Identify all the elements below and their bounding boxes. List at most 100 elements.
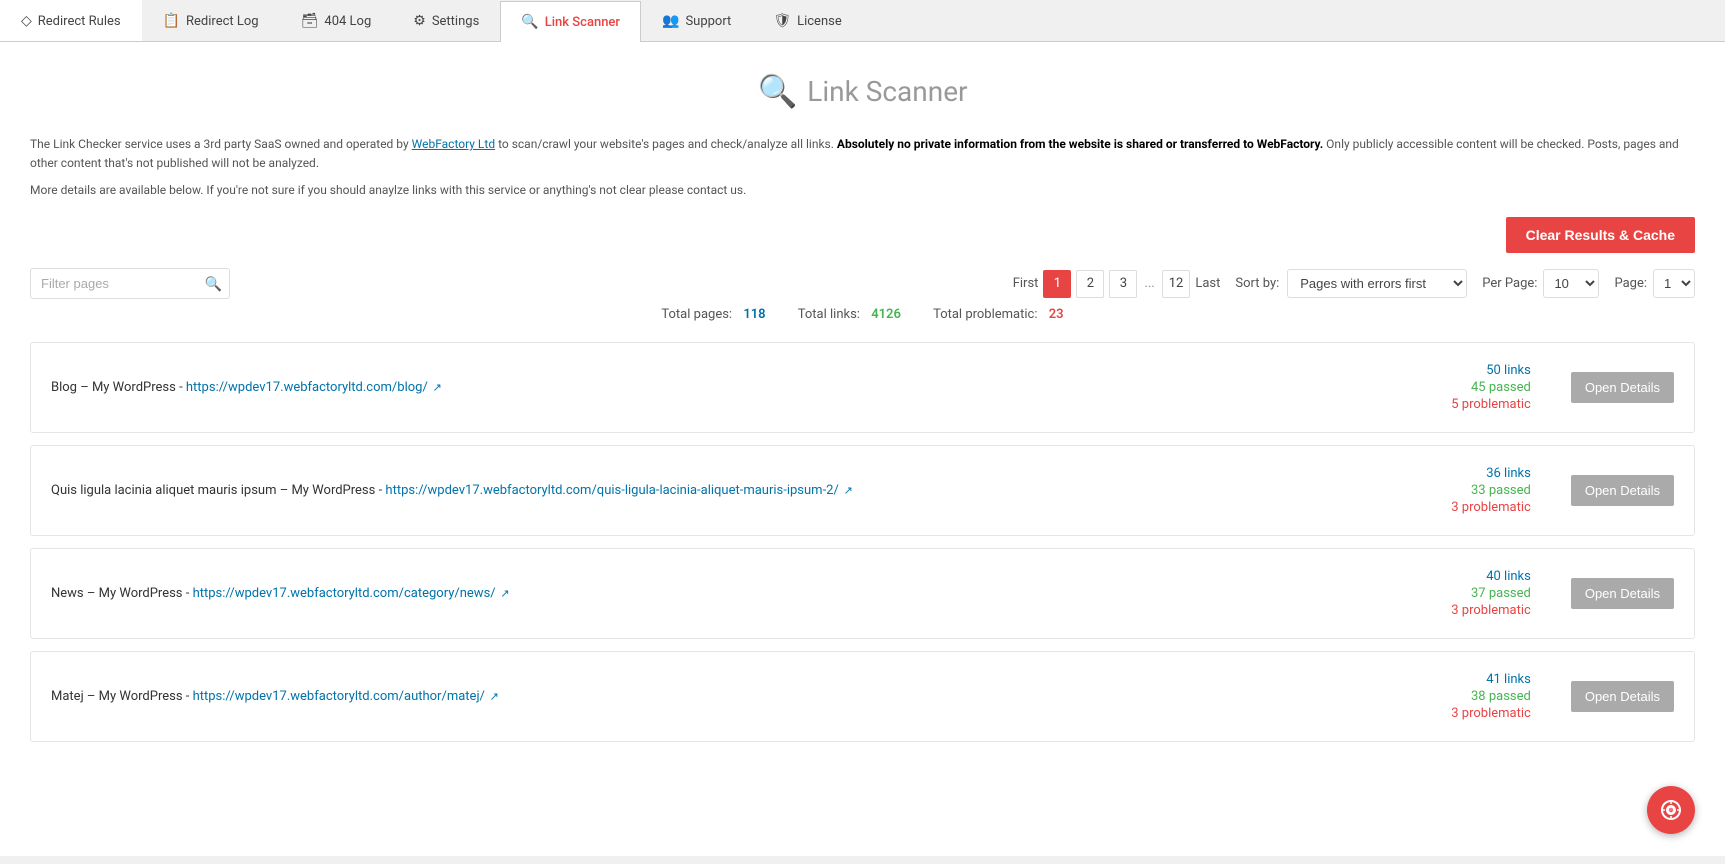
main-content: 🔍 Link Scanner The Link Checker service … (0, 42, 1725, 856)
page-3-btn[interactable]: 3 (1109, 270, 1137, 298)
result-info-3: Matej – My WordPress - https://wpdev17.w… (51, 689, 499, 704)
total-problematic-label: Total problematic: (933, 307, 1037, 322)
result-stats-0: 50 links 45 passed 5 problematic (1381, 363, 1531, 412)
tab-icon-redirect-rules: ◇ (21, 13, 32, 29)
result-url-3[interactable]: https://wpdev17.webfactoryltd.com/author… (193, 689, 485, 704)
result-actions-1: Open Details (1571, 475, 1674, 506)
result-actions-3: Open Details (1571, 681, 1674, 712)
result-passed-1: 33 passed (1471, 483, 1531, 498)
search-icon: 🔍 (757, 72, 797, 110)
open-details-button-2[interactable]: Open Details (1571, 578, 1674, 609)
result-info-1: Quis ligula lacinia aliquet mauris ipsum… (51, 483, 853, 498)
external-link-icon-1: ↗ (841, 484, 853, 497)
page-2-btn[interactable]: 2 (1076, 270, 1104, 298)
total-problematic-value: 23 (1049, 307, 1064, 322)
result-stats-1: 36 links 33 passed 3 problematic (1381, 466, 1531, 515)
sort-wrap: Sort by: Pages with errors firstPages wi… (1235, 269, 1467, 298)
tab-icon-support: 👥 (662, 13, 679, 29)
page-1-btn[interactable]: 1 (1043, 270, 1071, 298)
nav-tabs: ◇ Redirect Rules 📋 Redirect Log 🗃 404 Log ⚙Set… (0, 0, 1725, 42)
result-problematic-2: 3 problematic (1451, 603, 1531, 618)
tab-icon-redirect-log: 📋 (163, 13, 180, 29)
result-actions-2: Open Details (1571, 578, 1674, 609)
tab-label-support: Support (685, 14, 731, 29)
tab-settings[interactable]: ⚙Settings (392, 0, 500, 41)
top-actions: Clear Results & Cache (30, 217, 1695, 253)
total-links-label: Total links: (798, 307, 860, 322)
result-title-1: Quis ligula lacinia aliquet mauris ipsum… (51, 483, 853, 498)
total-pages-label: Total pages: (661, 307, 732, 322)
result-row-0: Blog – My WordPress - https://wpdev17.we… (30, 342, 1695, 433)
page-12-btn[interactable]: 12 (1162, 270, 1191, 298)
page-dots: ... (1142, 276, 1156, 291)
tab-license[interactable]: 🛡License (752, 0, 862, 41)
stats-row: Total pages: 118 Total links: 4126 Total… (30, 307, 1695, 322)
result-links-1: 36 links (1486, 466, 1531, 481)
tab-link-scanner[interactable]: 🔍 Link Scanner (500, 1, 641, 42)
result-problematic-1: 3 problematic (1451, 500, 1531, 515)
webfactory-link[interactable]: WebFactory Ltd (412, 137, 495, 151)
total-links-value: 4126 (871, 307, 901, 322)
last-page-btn[interactable]: Last (1195, 276, 1220, 291)
tab-label-link-scanner: Link Scanner (545, 15, 620, 30)
info-text: The Link Checker service uses a 3rd part… (30, 135, 1695, 173)
external-link-icon-3: ↗ (487, 690, 499, 703)
result-row-1: Quis ligula lacinia aliquet mauris ipsum… (30, 445, 1695, 536)
page-header: 🔍 Link Scanner (30, 72, 1695, 110)
result-links-0: 50 links (1486, 363, 1531, 378)
result-stats-2: 40 links 37 passed 3 problematic (1381, 569, 1531, 618)
results-list: Blog – My WordPress - https://wpdev17.we… (30, 342, 1695, 742)
tab-support[interactable]: 👥 Support (641, 0, 752, 41)
clear-button[interactable]: Clear Results & Cache (1506, 217, 1695, 253)
filter-input[interactable] (30, 268, 230, 299)
filter-pagination-row: 🔍 First 1 2 3 ... 12 Last Sort by: Pages… (30, 268, 1695, 299)
pagenum-label: Page: (1614, 276, 1647, 291)
open-details-button-3[interactable]: Open Details (1571, 681, 1674, 712)
external-link-icon-2: ↗ (498, 587, 510, 600)
tab-icon-settings: ⚙ (413, 13, 426, 29)
search-button[interactable]: 🔍 (205, 275, 222, 292)
result-title-0: Blog – My WordPress - https://wpdev17.we… (51, 380, 442, 395)
tab-label-license: License (797, 14, 842, 29)
total-pages-value: 118 (743, 307, 765, 322)
floating-support-button[interactable] (1647, 786, 1695, 834)
tab-icon-link-scanner: 🔍 (521, 14, 538, 30)
filter-wrap: 🔍 (30, 268, 230, 299)
first-page-btn[interactable]: First (1013, 276, 1039, 291)
result-actions-0: Open Details (1571, 372, 1674, 403)
result-passed-2: 37 passed (1471, 586, 1531, 601)
tab-redirect-log[interactable]: 📋 Redirect Log (142, 0, 280, 41)
result-row-3: Matej – My WordPress - https://wpdev17.w… (30, 651, 1695, 742)
info-text2: More details are available below. If you… (30, 183, 1695, 197)
perpage-label: Per Page: (1482, 276, 1537, 291)
result-right-0: 50 links 45 passed 5 problematic Open De… (1381, 363, 1674, 412)
tab-label-redirect-rules: Redirect Rules (38, 14, 121, 29)
pagenum-select[interactable]: 1 (1653, 269, 1695, 298)
result-problematic-0: 5 problematic (1451, 397, 1531, 412)
result-title-3: Matej – My WordPress - https://wpdev17.w… (51, 689, 499, 704)
sort-label: Sort by: (1235, 276, 1279, 291)
pagination-wrap: First 1 2 3 ... 12 Last (1013, 270, 1221, 298)
result-url-0[interactable]: https://wpdev17.webfactoryltd.com/blog/ (186, 380, 428, 395)
tab-404-log[interactable]: 🗃 404 Log (280, 0, 393, 41)
open-details-button-0[interactable]: Open Details (1571, 372, 1674, 403)
sort-select[interactable]: Pages with errors firstPages with most l… (1287, 269, 1467, 298)
result-row-2: News – My WordPress - https://wpdev17.we… (30, 548, 1695, 639)
result-passed-3: 38 passed (1471, 689, 1531, 704)
pagenum-wrap: Page: 1 (1614, 269, 1695, 298)
tab-icon-404-log: 🗃 (301, 13, 319, 29)
open-details-button-1[interactable]: Open Details (1571, 475, 1674, 506)
perpage-select[interactable]: 102550100 (1543, 269, 1599, 298)
tab-redirect-rules[interactable]: ◇ Redirect Rules (0, 0, 142, 41)
page-title: Link Scanner (807, 75, 967, 108)
result-url-1[interactable]: https://wpdev17.webfactoryltd.com/quis-l… (385, 483, 838, 498)
result-links-2: 40 links (1486, 569, 1531, 584)
result-stats-3: 41 links 38 passed 3 problematic (1381, 672, 1531, 721)
result-info-0: Blog – My WordPress - https://wpdev17.we… (51, 380, 442, 395)
result-problematic-3: 3 problematic (1451, 706, 1531, 721)
result-title-2: News – My WordPress - https://wpdev17.we… (51, 586, 510, 601)
perpage-wrap: Per Page: 102550100 (1482, 269, 1599, 298)
result-url-2[interactable]: https://wpdev17.webfactoryltd.com/catego… (193, 586, 496, 601)
tab-label-404-log: 404 Log (324, 14, 371, 29)
tab-label-redirect-log: Redirect Log (186, 14, 259, 29)
